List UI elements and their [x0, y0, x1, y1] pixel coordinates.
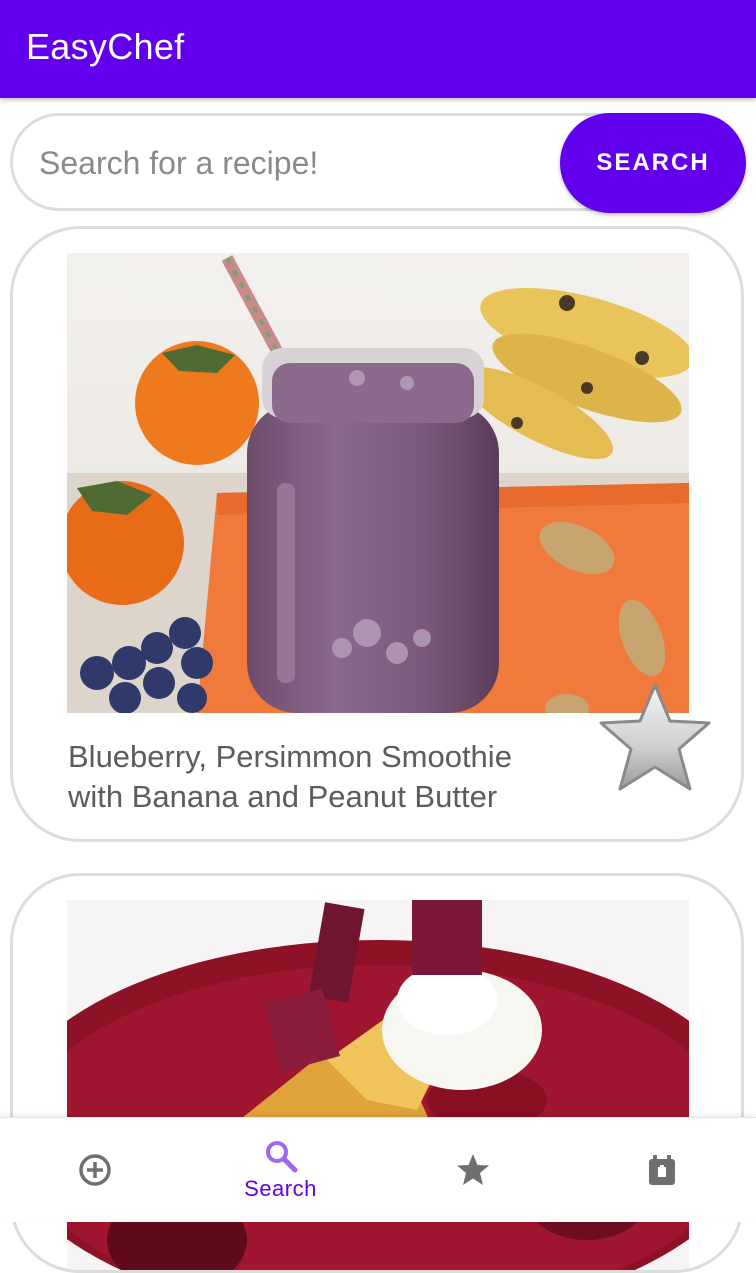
search-icon [265, 1141, 297, 1173]
search-button[interactable]: SEARCH [560, 113, 746, 213]
recipe-image-smoothie [67, 253, 689, 713]
nav-item-search[interactable]: Search [186, 1118, 375, 1222]
nav-item-planner[interactable] [567, 1118, 756, 1222]
calendar-icon [648, 1155, 675, 1185]
search-input[interactable] [37, 116, 541, 210]
recipe-title: Blueberry, Persimmon Smoothie with Banan… [68, 739, 512, 814]
recipe-card[interactable]: Blueberry, Persimmon Smoothie with Banan… [10, 226, 744, 842]
nav-item-favorites[interactable] [378, 1118, 567, 1222]
nav-item-add[interactable] [0, 1118, 189, 1222]
add-circle-icon [78, 1154, 111, 1186]
app-title: EasyChef [26, 26, 185, 67]
bottom-navigation: Search [0, 1117, 756, 1222]
nav-label-search: Search [244, 1176, 317, 1201]
app-bar: EasyChef [0, 0, 756, 98]
star-outline-icon[interactable] [595, 679, 715, 795]
star-icon [456, 1154, 489, 1185]
